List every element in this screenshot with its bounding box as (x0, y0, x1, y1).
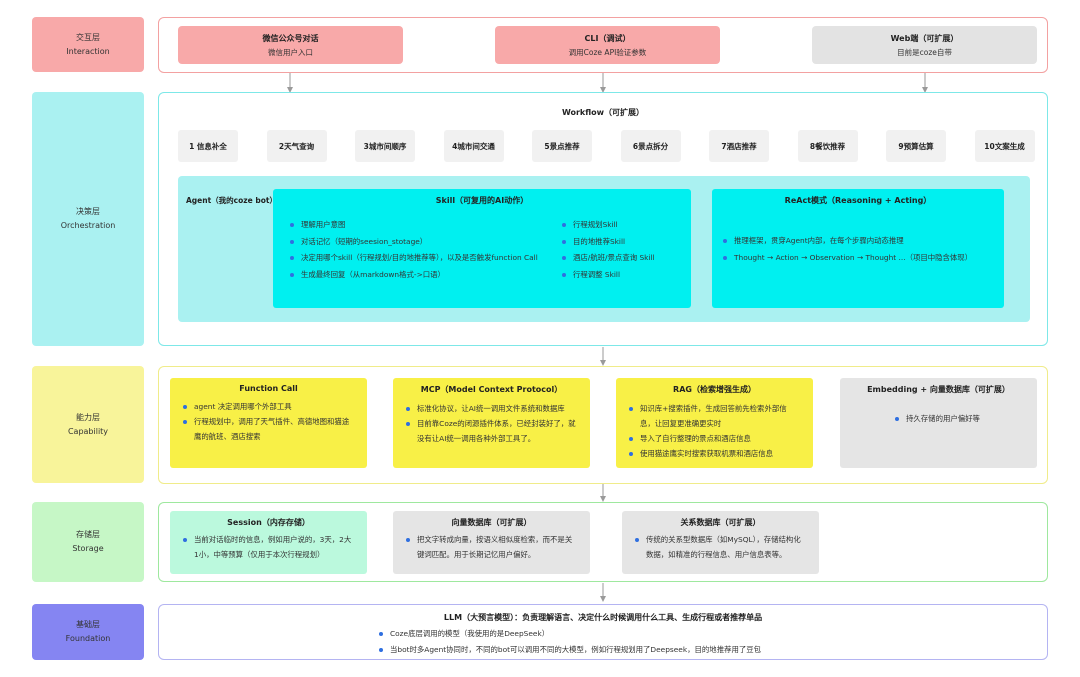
list-item: 当前对话临时的信息，例如用户说的，3天，2大1小，中等预算（仅用于本次行程规划） (182, 532, 355, 562)
layer-en: Foundation (65, 634, 111, 643)
function-call-box: Function Call agent 决定调用哪个外部工具 行程规划中，调用了… (170, 378, 367, 468)
react-list: 推理框架，贯穿Agent内部，在每个步骤内动态推理 Thought → Acti… (722, 233, 1000, 265)
cli-sub: 调用Coze API验证参数 (568, 47, 647, 57)
vector-db-box: 向量数据库（可扩展） 把文字转成向量，按语义相似度检索，而不是关键词匹配。用于长… (393, 511, 590, 574)
vector-db-list: 把文字转成向量，按语义相似度检索，而不是关键词匹配。用于长期记忆用户偏好。 (405, 532, 578, 562)
layer-en: Orchestration (60, 221, 116, 230)
relational-db-title: 关系数据库（可扩展） (680, 518, 761, 527)
list-item: agent 决定调用哪个外部工具 (182, 399, 355, 414)
embedding-title: Embedding + 向量数据库（可扩展） (867, 385, 1010, 394)
list-item: 对话记忆（短期的seesion_stotage） (289, 234, 559, 249)
layer-name: 能力层 (76, 412, 100, 422)
workflow-step: 8餐饮推荐 (797, 130, 858, 162)
list-item: 标准化协议，让AI统一调用文件系统和数据库 (405, 401, 578, 416)
list-item: 目的地推荐Skill (561, 234, 686, 249)
cli-title: CLI（调试） (584, 33, 631, 43)
mcp-title: MCP（Model Context Protocol） (420, 385, 563, 394)
list-item: 目前靠Coze的闭源插件体系，已经封装好了，就没有让AI统一调用各种外部工具了。 (405, 416, 578, 446)
list-item: Thought → Action → Observation → Thought… (722, 250, 1000, 265)
list-item: 把文字转成向量，按语义相似度检索，而不是关键词匹配。用于长期记忆用户偏好。 (405, 532, 578, 562)
llm-list: Coze底层调用的模型（我使用的是DeepSeek） 当bot时多Agent协同… (378, 626, 838, 657)
skill-left-list: 理解用户意图 对话记忆（短期的seesion_stotage） 决定用哪个ski… (289, 217, 559, 282)
relational-db-box: 关系数据库（可扩展） 传统的关系型数据库（如MySQL），存储结构化数据，如精准… (622, 511, 819, 574)
wechat-entry-box: 微信公众号对话 微信用户入口 (178, 26, 403, 64)
skill-box: Skill（可复用的AI动作） 理解用户意图 对话记忆（短期的seesion_s… (273, 189, 691, 308)
list-item: Coze底层调用的模型（我使用的是DeepSeek） (378, 626, 838, 641)
mcp-list: 标准化协议，让AI统一调用文件系统和数据库 目前靠Coze的闭源插件体系，已经封… (405, 401, 578, 446)
layer-name: 基础层 (76, 620, 100, 629)
rag-title: RAG（检索增强生成） (673, 385, 756, 394)
list-item: 持久存储的用户偏好等 (894, 411, 1025, 426)
layer-en: Storage (72, 544, 104, 553)
llm-title: LLM（大预言模型）：负责理解语言、决定什么时候调用什么工具、生成行程或者推荐单… (443, 613, 763, 622)
layer-label-orchestration: 决策层 Orchestration (32, 92, 144, 346)
embedding-list: 持久存储的用户偏好等 (852, 411, 1025, 426)
react-box: ReAct模式（Reasoning + Acting） 推理框架，贯穿Agent… (712, 189, 1004, 308)
list-item: 行程规划Skill (561, 217, 686, 232)
list-item: 理解用户意图 (289, 217, 559, 232)
workflow-step: 3城市间顺序 (355, 130, 415, 162)
mcp-box: MCP（Model Context Protocol） 标准化协议，让AI统一调… (393, 378, 590, 468)
layer-name: 存储层 (76, 530, 100, 539)
workflow-step: 2天气查询 (266, 130, 327, 162)
session-box: Session（内存存储） 当前对话临时的信息，例如用户说的，3天，2大1小，中… (170, 511, 367, 574)
list-item: 酒店/航班/景点查询 Skill (561, 250, 686, 265)
list-item: 知识库+搜索插件，生成回答前先检索外部信息，让回复更准确更实时 (628, 401, 801, 431)
layer-en: Interaction (66, 46, 110, 56)
web-sub: 目前是coze自带 (897, 47, 952, 57)
workflow-title: Workflow（可扩展） (561, 108, 645, 117)
workflow-step: 9预算估算 (886, 130, 946, 162)
workflow-step: 4城市间交通 (443, 130, 504, 162)
skill-right-list: 行程规划Skill 目的地推荐Skill 酒店/航班/景点查询 Skill 行程… (561, 217, 686, 282)
session-title: Session（内存存储） (227, 518, 310, 527)
list-item: 行程调整 Skill (561, 267, 686, 282)
list-item: 推理框架，贯穿Agent内部，在每个步骤内动态推理 (722, 233, 1000, 248)
list-item: 当bot时多Agent协同时，不同的bot可以调用不同的大模型，例如行程规划用了… (378, 642, 838, 657)
layer-label-storage: 存储层 Storage (32, 502, 144, 582)
relational-db-list: 传统的关系型数据库（如MySQL），存储结构化数据，如精准的行程信息、用户信息表… (634, 532, 807, 562)
workflow-step: 1 信息补全 (178, 130, 238, 162)
layer-label-foundation: 基础层 Foundation (32, 604, 144, 660)
cli-entry-box: CLI（调试） 调用Coze API验证参数 (495, 26, 720, 64)
workflow-step: 6景点拆分 (620, 130, 681, 162)
list-item: 导入了自行整理的景点和酒店信息 (628, 431, 801, 446)
wechat-title: 微信公众号对话 (262, 33, 319, 43)
layer-name: 决策层 (76, 207, 100, 216)
function-call-list: agent 决定调用哪个外部工具 行程规划中，调用了天气插件、高德地图和猫途鹰的… (182, 399, 355, 444)
workflow-step: 10文案生成 (974, 130, 1035, 162)
react-title: ReAct模式（Reasoning + Acting） (784, 196, 932, 205)
vector-db-title: 向量数据库（可扩展） (451, 518, 532, 527)
agent-label: Agent（我的coze bot） (186, 196, 277, 205)
session-list: 当前对话临时的信息，例如用户说的，3天，2大1小，中等预算（仅用于本次行程规划） (182, 532, 355, 562)
rag-box: RAG（检索增强生成） 知识库+搜索插件，生成回答前先检索外部信息，让回复更准确… (616, 378, 813, 468)
list-item: 传统的关系型数据库（如MySQL），存储结构化数据，如精准的行程信息、用户信息表… (634, 532, 807, 562)
web-entry-box: Web端（可扩展） 目前是coze自带 (812, 26, 1037, 64)
function-call-title: Function Call (239, 384, 298, 393)
workflow-step: 5景点推荐 (532, 130, 592, 162)
layer-en: Capability (67, 426, 109, 436)
embedding-box: Embedding + 向量数据库（可扩展） 持久存储的用户偏好等 (840, 378, 1037, 468)
layer-name: 交互层 (76, 32, 100, 42)
wechat-sub: 微信用户入口 (268, 47, 313, 57)
list-item: 决定用哪个skill（行程规划/目的地推荐等），以及是否触发function C… (289, 250, 559, 265)
workflow-step: 7酒店推荐 (709, 130, 769, 162)
layer-label-capability: 能力层 Capability (32, 366, 144, 483)
web-title: Web端（可扩展） (890, 33, 959, 43)
list-item: 行程规划中，调用了天气插件、高德地图和猫途鹰的航班、酒店搜索 (182, 414, 355, 444)
rag-list: 知识库+搜索插件，生成回答前先检索外部信息，让回复更准确更实时 导入了自行整理的… (628, 401, 801, 461)
layer-label-interaction: 交互层 Interaction (32, 17, 144, 72)
list-item: 生成最终回复（从markdown格式->口语） (289, 267, 559, 282)
skill-title: Skill（可复用的AI动作） (435, 196, 529, 205)
list-item: 使用猫途鹰实时搜索获取机票和酒店信息 (628, 446, 801, 461)
